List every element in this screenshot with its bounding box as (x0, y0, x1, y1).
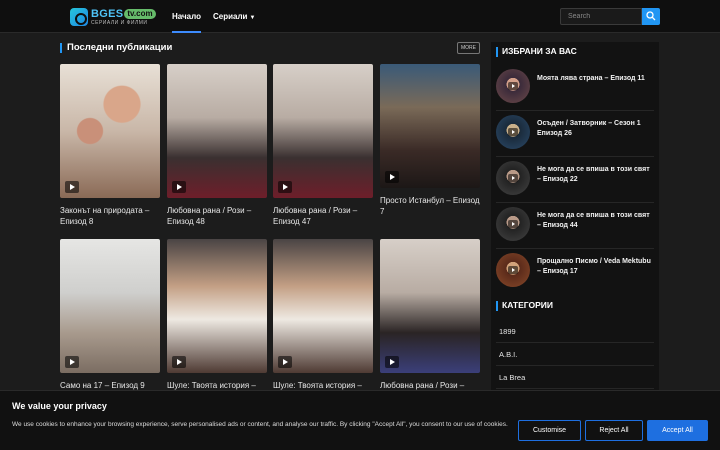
play-icon (508, 266, 518, 274)
featured-thumbnail[interactable] (496, 161, 530, 195)
cookie-text: We use cookies to enhance your browsing … (12, 421, 508, 428)
post-card[interactable]: Просто Истанбул – Епизод 7 (380, 64, 480, 217)
featured-item-title[interactable]: Осъден / Затворник – Сезон 1 Епизод 26 (537, 119, 653, 139)
nav-home-label: Начало (172, 12, 201, 21)
cookie-title: We value your privacy (12, 401, 107, 411)
post-card[interactable]: Шуле: Твоята история – (167, 239, 267, 391)
post-card[interactable]: Любовна рана / Рози – (380, 239, 480, 391)
logo-tld: tv.com (124, 9, 156, 19)
post-thumbnail[interactable] (167, 239, 267, 373)
section-accent-bar (60, 43, 62, 53)
section-accent-bar (496, 47, 498, 57)
featured-item-title[interactable]: Моята лява страна – Епизод 11 (537, 74, 653, 84)
logo-tagline: СЕРИАЛИ И ФИЛМИ (91, 19, 148, 26)
post-thumbnail[interactable] (273, 239, 373, 373)
categories-title: КАТЕГОРИИ (502, 300, 553, 310)
post-title[interactable]: Любовна рана / Рози – Епизод 48 (167, 205, 267, 227)
play-icon (278, 181, 292, 193)
category-link[interactable]: A.B.I. (496, 344, 654, 366)
post-thumbnail[interactable] (167, 64, 267, 198)
play-icon (65, 356, 79, 368)
play-icon (508, 220, 518, 228)
post-title[interactable]: Законът на природата – Епизод 8 (60, 205, 160, 227)
cookie-banner: We value your privacy We use cookies to … (0, 390, 720, 450)
play-icon (172, 356, 186, 368)
featured-item[interactable]: Осъден / Затворник – Сезон 1 Епизод 26 (496, 112, 654, 157)
customise-button[interactable]: Customise (518, 420, 581, 441)
nav-item-home[interactable]: Начало (172, 0, 201, 33)
featured-item[interactable]: Не мога да се впиша в този свят – Епизод… (496, 204, 654, 249)
nav-series-label: Сериали (212, 12, 248, 21)
post-card[interactable]: Законът на природата – Епизод 8 (60, 64, 160, 227)
post-thumbnail[interactable] (273, 64, 373, 198)
site-logo[interactable]: BGES tv.com СЕРИАЛИ И ФИЛМИ (70, 8, 156, 26)
post-thumbnail[interactable] (380, 64, 480, 188)
post-card[interactable]: Любовна рана / Рози – Епизод 47 (273, 64, 373, 227)
post-card[interactable]: Шуле: Твоята история – (273, 239, 373, 391)
post-card[interactable]: Любовна рана / Рози – Епизод 48 (167, 64, 267, 227)
main-nav: Начало Сериали ▼ (172, 0, 267, 33)
latest-posts-header: Последни публикации MORE (60, 42, 480, 56)
play-icon (508, 174, 518, 182)
featured-title: ИЗБРАНИ ЗА ВАС (502, 46, 577, 56)
logo-icon (70, 8, 88, 26)
play-icon (385, 171, 399, 183)
featured-item-title[interactable]: Не мога да се впиша в този свят – Епизод… (537, 165, 653, 185)
play-icon (65, 181, 79, 193)
featured-thumbnail[interactable] (496, 253, 530, 287)
section-accent-bar (496, 301, 498, 311)
category-link[interactable]: La Brea (496, 367, 654, 389)
featured-item-title[interactable]: Прощално Писмо / Veda Mektubu – Епизод 1… (537, 257, 653, 277)
accept-all-button[interactable]: Accept All (647, 420, 708, 441)
post-thumbnail[interactable] (60, 64, 160, 198)
logo-name: BGES (91, 7, 124, 20)
post-title[interactable]: Любовна рана / Рози – Епизод 47 (273, 205, 373, 227)
category-link[interactable]: 1899 (496, 321, 654, 343)
sidebar: ИЗБРАНИ ЗА ВАС Моята лява страна – Епизо… (491, 42, 659, 450)
featured-thumbnail[interactable] (496, 69, 530, 103)
play-icon (278, 356, 292, 368)
play-icon (508, 82, 518, 90)
nav-item-series[interactable]: Сериали ▼ (213, 0, 255, 33)
post-title[interactable]: Просто Истанбул – Епизод 7 (380, 195, 480, 217)
site-header: BGES tv.com СЕРИАЛИ И ФИЛМИ Начало Сериа… (0, 0, 720, 33)
featured-item-title[interactable]: Не мога да се впиша в този свят – Епизод… (537, 211, 653, 231)
play-icon (508, 128, 518, 136)
search-button[interactable] (642, 8, 660, 25)
section-title: Последни публикации (67, 42, 173, 53)
play-icon (172, 181, 186, 193)
featured-thumbnail[interactable] (496, 115, 530, 149)
featured-item[interactable]: Прощално Писмо / Veda Mektubu – Епизод 1… (496, 250, 654, 295)
search-icon (646, 11, 656, 21)
reject-all-button[interactable]: Reject All (585, 420, 643, 441)
post-thumbnail[interactable] (380, 239, 480, 373)
featured-thumbnail[interactable] (496, 207, 530, 241)
search-input[interactable] (560, 8, 642, 25)
play-icon (385, 356, 399, 368)
more-button[interactable]: MORE (457, 42, 480, 54)
post-thumbnail[interactable] (60, 239, 160, 373)
post-card[interactable]: Само на 17 – Епизод 9 (60, 239, 160, 391)
featured-item[interactable]: Моята лява страна – Епизод 11 (496, 66, 654, 111)
featured-item[interactable]: Не мога да се впиша в този свят – Епизод… (496, 158, 654, 203)
chevron-down-icon: ▼ (249, 15, 256, 21)
